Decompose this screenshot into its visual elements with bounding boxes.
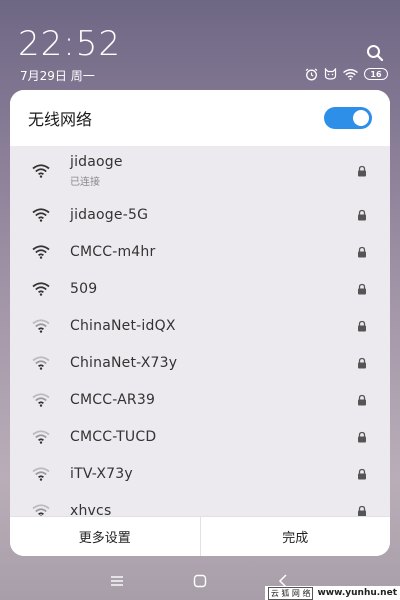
wifi-network-item[interactable]: CMCC-AR39 bbox=[10, 381, 390, 418]
wifi-panel-header: 无线网络 bbox=[10, 90, 390, 146]
watermark-text: 云 狐 网 络 bbox=[267, 586, 314, 600]
clock: 22:52 bbox=[18, 24, 121, 64]
lock-icon bbox=[358, 505, 366, 516]
lock-icon bbox=[358, 320, 366, 331]
wifi-signal-icon bbox=[32, 466, 50, 481]
wifi-network-text: ChinaNet-idQX bbox=[70, 318, 176, 334]
lock-icon bbox=[358, 246, 366, 257]
wifi-network-item[interactable]: CMCC-TUCD bbox=[10, 418, 390, 455]
wifi-icon bbox=[343, 68, 358, 80]
wifi-network-name: CMCC-AR39 bbox=[70, 391, 156, 408]
wifi-network-name: CMCC-TUCD bbox=[70, 428, 157, 445]
wifi-network-list[interactable]: jidaoge 已连接 jidaoge-5G CMCC-m4hr 509 ChinaNet… bbox=[10, 146, 390, 516]
system-icons: 16 bbox=[305, 67, 388, 81]
status-bar: 22:52 7月29日 周一 16 bbox=[0, 0, 400, 90]
wifi-network-text: CMCC-AR39 bbox=[70, 392, 155, 408]
alarm-icon bbox=[305, 68, 318, 80]
wifi-signal-icon bbox=[32, 392, 50, 407]
wifi-toggle[interactable] bbox=[324, 107, 372, 129]
date: 7月29日 周一 bbox=[20, 69, 95, 83]
wifi-network-name: ChinaNet-idQX bbox=[70, 317, 176, 334]
wifi-toggle-knob bbox=[353, 110, 369, 126]
wifi-network-text: CMCC-m4hr bbox=[70, 244, 155, 260]
watermark: 云 狐 网 络 www.yunhu.net bbox=[264, 586, 400, 600]
wifi-network-name: jidaoge-5G bbox=[70, 206, 149, 223]
wifi-signal-icon bbox=[32, 244, 50, 259]
wifi-panel: 无线网络 jidaoge 已连接 jidaoge-5G CMCC-m4hr 509 Chi… bbox=[10, 90, 390, 556]
wifi-network-name: CMCC-m4hr bbox=[70, 243, 156, 260]
wifi-signal-icon bbox=[32, 429, 50, 444]
wifi-signal-icon bbox=[32, 318, 50, 333]
wifi-network-name: xhvcs bbox=[70, 502, 112, 517]
wifi-network-item[interactable]: ChinaNet-X73y bbox=[10, 344, 390, 381]
wifi-network-text: xhvcs bbox=[70, 503, 111, 517]
wifi-signal-icon bbox=[32, 355, 50, 370]
wifi-panel-footer: 更多设置 完成 bbox=[10, 516, 390, 556]
wifi-network-text: iTV-X73y bbox=[70, 466, 133, 482]
lock-icon bbox=[358, 283, 366, 294]
lock-icon bbox=[358, 394, 366, 405]
wifi-network-item[interactable]: 509 bbox=[10, 270, 390, 307]
home-icon[interactable] bbox=[193, 574, 207, 588]
battery-indicator: 16 bbox=[364, 68, 388, 80]
search-icon[interactable] bbox=[366, 44, 384, 62]
lock-icon bbox=[358, 431, 366, 442]
wifi-network-item[interactable]: CMCC-m4hr bbox=[10, 233, 390, 270]
wifi-network-text: jidaoge 已连接 bbox=[70, 154, 123, 188]
lock-icon bbox=[358, 209, 366, 220]
wifi-network-item[interactable]: ChinaNet-idQX bbox=[10, 307, 390, 344]
watermark-url: www.yunhu.net bbox=[317, 588, 397, 598]
cat-face-icon bbox=[324, 68, 337, 80]
lock-icon bbox=[358, 468, 366, 479]
wifi-network-name: ChinaNet-X73y bbox=[70, 354, 178, 371]
wifi-network-text: ChinaNet-X73y bbox=[70, 355, 177, 371]
menu-icon[interactable] bbox=[111, 576, 123, 586]
wifi-signal-icon bbox=[32, 207, 50, 222]
wifi-network-text: jidaoge-5G bbox=[70, 207, 148, 223]
wifi-signal-icon bbox=[32, 503, 50, 516]
done-button[interactable]: 完成 bbox=[199, 517, 391, 556]
wifi-signal-icon bbox=[32, 281, 50, 296]
wifi-network-name: jidaoge bbox=[70, 154, 123, 170]
wifi-panel-title: 无线网络 bbox=[28, 110, 93, 129]
wifi-network-name: 509 bbox=[70, 280, 98, 297]
wifi-network-item[interactable]: iTV-X73y bbox=[10, 455, 390, 492]
wifi-network-item[interactable]: jidaoge 已连接 bbox=[10, 146, 390, 196]
lock-icon bbox=[358, 165, 366, 177]
lock-icon bbox=[358, 357, 366, 368]
wifi-network-item[interactable]: jidaoge-5G bbox=[10, 196, 390, 233]
wifi-network-status: 已连接 bbox=[70, 177, 100, 188]
wifi-network-text: CMCC-TUCD bbox=[70, 429, 156, 445]
more-settings-button[interactable]: 更多设置 bbox=[10, 517, 200, 556]
wifi-network-name: iTV-X73y bbox=[70, 465, 133, 482]
wifi-signal-icon bbox=[32, 164, 50, 178]
wifi-network-text: 509 bbox=[70, 281, 97, 297]
wifi-network-item[interactable]: xhvcs bbox=[10, 492, 390, 516]
